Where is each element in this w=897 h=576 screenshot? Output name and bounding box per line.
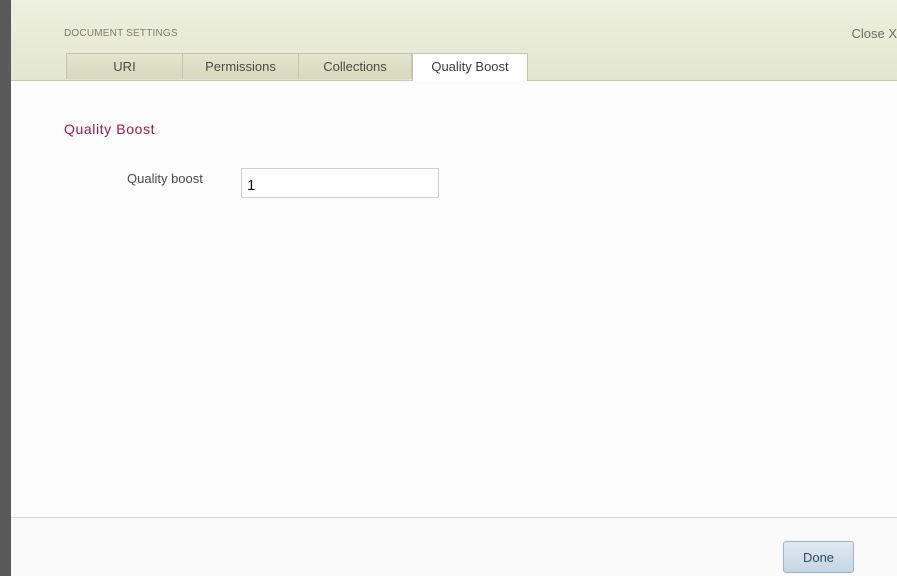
dialog-footer: Done xyxy=(11,517,897,576)
tab-bar: URI Permissions Collections Quality Boos… xyxy=(66,53,528,81)
tab-quality-boost[interactable]: Quality Boost xyxy=(412,53,528,81)
section-title: Quality Boost xyxy=(64,121,156,137)
document-settings-dialog: DOCUMENT SETTINGS Close X URI Permission… xyxy=(0,0,897,576)
quality-boost-label: Quality boost xyxy=(127,171,203,186)
close-button[interactable]: Close X xyxy=(851,26,897,41)
dialog-title: DOCUMENT SETTINGS xyxy=(64,28,178,39)
tab-collections[interactable]: Collections xyxy=(299,53,412,79)
done-button[interactable]: Done xyxy=(783,541,854,573)
tab-permissions[interactable]: Permissions xyxy=(183,53,299,79)
dialog-header: DOCUMENT SETTINGS Close X URI Permission… xyxy=(11,0,897,81)
tab-uri[interactable]: URI xyxy=(66,53,183,79)
window-left-border xyxy=(0,0,11,576)
quality-boost-input[interactable] xyxy=(241,168,439,198)
settings-panel: Quality Boost Quality boost xyxy=(11,81,897,517)
